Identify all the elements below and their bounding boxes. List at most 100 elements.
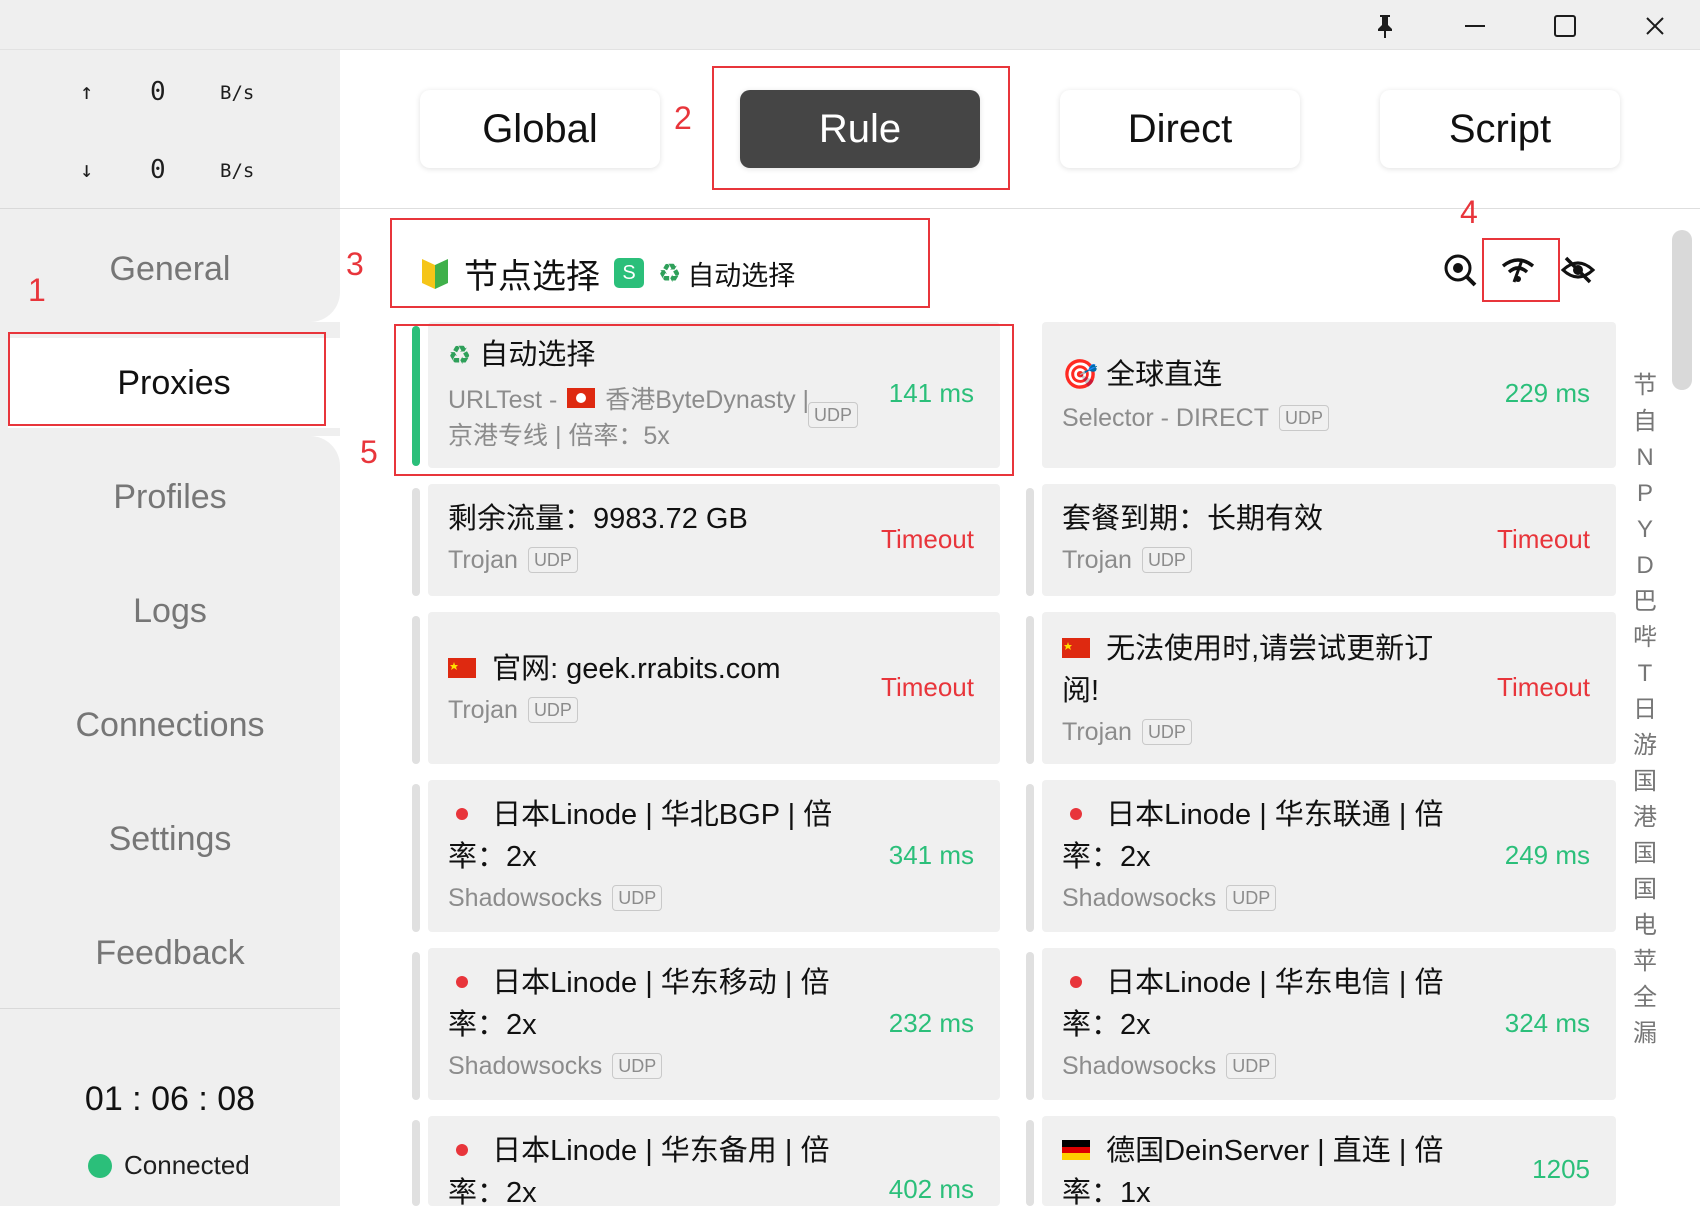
annotation-box-2 xyxy=(712,66,1010,190)
delay-value[interactable]: 249 ms xyxy=(1505,840,1590,871)
proxy-name: 无法使用时,请尝试更新订 xyxy=(1062,628,1433,670)
delay-value[interactable]: Timeout xyxy=(881,524,974,555)
target-icon: 🎯 xyxy=(1062,359,1099,391)
mode-global-button[interactable]: Global xyxy=(420,90,660,168)
proxy-card[interactable]: 日本Linode | 华北BGP | 倍 率：2x Shadowsocks UD… xyxy=(428,780,1000,932)
proxy-meta: Trojan UDP xyxy=(1062,542,1192,578)
group-index-item[interactable]: 日 xyxy=(1633,692,1657,728)
proxy-type: Selector - DIRECT xyxy=(1062,404,1269,432)
group-index-item[interactable]: Y xyxy=(1637,512,1653,548)
udp-badge: UDP xyxy=(1278,405,1329,431)
delay-value[interactable]: 229 ms xyxy=(1505,378,1590,409)
proxy-card[interactable]: 日本Linode | 华东备用 | 倍 率：2x 402 ms xyxy=(428,1116,1000,1206)
proxy-card[interactable]: 官网: geek.rrabits.com Trojan UDP Timeout xyxy=(428,612,1000,764)
proxy-name: 官网: geek.rrabits.com xyxy=(448,648,781,690)
nav-item-settings[interactable]: Settings xyxy=(0,794,340,884)
proxy-name: 日本Linode | 华北BGP | 倍 xyxy=(448,794,832,836)
proxy-type: Trojan xyxy=(448,696,518,724)
group-index-item[interactable]: 国 xyxy=(1633,872,1657,908)
annotation-box-3 xyxy=(390,218,930,308)
pin-icon[interactable] xyxy=(1360,6,1410,46)
mode-script-button[interactable]: Script xyxy=(1380,90,1620,168)
nav-item-general[interactable]: General xyxy=(0,224,340,314)
delay-value[interactable]: Timeout xyxy=(1497,524,1590,555)
sidebar-divider xyxy=(0,1008,340,1009)
proxy-name: 剩余流量：9983.72 GB xyxy=(448,503,748,535)
proxy-name-label: 全球直连 xyxy=(1106,359,1223,391)
card-indicator xyxy=(1026,1120,1034,1206)
mode-direct-button[interactable]: Direct xyxy=(1060,90,1300,168)
group-index-item[interactable]: 苹 xyxy=(1633,944,1657,980)
group-index-item[interactable]: D xyxy=(1636,548,1653,584)
card-indicator xyxy=(1026,952,1034,1100)
group-index-item[interactable]: 国 xyxy=(1633,764,1657,800)
proxy-card[interactable]: 套餐到期：长期有效 Trojan UDP Timeout xyxy=(1042,484,1616,596)
delay-value[interactable]: 402 ms xyxy=(889,1174,974,1205)
maximize-icon[interactable] xyxy=(1540,6,1590,46)
card-indicator xyxy=(412,784,420,932)
nav-item-connections[interactable]: Connections xyxy=(0,680,340,770)
upload-unit: B/s xyxy=(220,82,255,104)
card-indicator xyxy=(412,1120,420,1206)
udp-badge: UDP xyxy=(1141,547,1192,573)
group-index-item[interactable]: 节 xyxy=(1633,368,1657,404)
proxy-card[interactable]: 日本Linode | 华东移动 | 倍 率：2x Shadowsocks UDP… xyxy=(428,948,1000,1100)
hide-eye-icon[interactable] xyxy=(1560,252,1596,288)
nav-item-logs[interactable]: Logs xyxy=(0,566,340,656)
upload-arrow-icon: ↑ xyxy=(80,80,94,105)
minimize-icon[interactable] xyxy=(1450,6,1500,46)
proxy-name-label: 官网: geek.rrabits.com xyxy=(492,653,781,685)
udp-badge: UDP xyxy=(527,697,578,723)
delay-value[interactable]: 232 ms xyxy=(889,1008,974,1039)
proxy-card[interactable]: 🎯 全球直连 Selector - DIRECT UDP 229 ms xyxy=(1042,322,1616,468)
annotation-label-3: 3 xyxy=(346,246,364,282)
udp-badge: UDP xyxy=(1226,885,1277,911)
group-index-item[interactable]: 巴 xyxy=(1633,584,1657,620)
proxy-card[interactable]: 剩余流量：9983.72 GB Trojan UDP Timeout xyxy=(428,484,1000,596)
group-index-item[interactable]: T xyxy=(1638,656,1653,692)
annotation-box-1 xyxy=(8,332,326,426)
nav-item-feedback[interactable]: Feedback xyxy=(0,908,340,998)
group-index-item[interactable]: 哔 xyxy=(1633,620,1657,656)
proxy-meta: Shadowsocks UDP xyxy=(448,880,663,916)
proxy-meta: Selector - DIRECT UDP xyxy=(1062,400,1329,436)
proxy-name-label: 日本Linode | 华北BGP | 倍 xyxy=(492,799,833,831)
proxy-meta: Trojan UDP xyxy=(1062,714,1192,750)
proxy-card[interactable]: 日本Linode | 华东联通 | 倍 率：2x Shadowsocks UDP… xyxy=(1042,780,1616,932)
proxy-meta: Shadowsocks UDP xyxy=(448,1048,663,1084)
proxy-meta: Trojan UDP xyxy=(448,542,578,578)
group-index-item[interactable]: N xyxy=(1636,440,1653,476)
proxy-card[interactable]: 无法使用时,请尝试更新订 阅! Trojan UDP Timeout xyxy=(1042,612,1616,764)
close-icon[interactable] xyxy=(1630,6,1680,46)
delay-value[interactable]: 341 ms xyxy=(889,840,974,871)
nav-item-profiles[interactable]: Profiles xyxy=(0,452,340,542)
group-index-item[interactable]: 电 xyxy=(1633,908,1657,944)
proxy-name: 日本Linode | 华东备用 | 倍 xyxy=(448,1130,829,1172)
proxy-name-line2: 率：2x xyxy=(448,1177,537,1206)
proxy-name: 套餐到期：长期有效 xyxy=(1062,503,1324,535)
delay-value[interactable]: Timeout xyxy=(881,672,974,703)
proxy-type: Shadowsocks xyxy=(1062,884,1217,912)
proxy-name-label: 日本Linode | 华东备用 | 倍 xyxy=(492,1135,830,1167)
group-index-item[interactable]: 自 xyxy=(1633,404,1657,440)
delay-value[interactable]: Timeout xyxy=(1497,672,1590,703)
annotation-box-4 xyxy=(1482,238,1560,302)
proxy-name-label: 日本Linode | 华东联通 | 倍 xyxy=(1106,799,1444,831)
card-indicator xyxy=(412,488,420,596)
group-index-item[interactable]: P xyxy=(1637,476,1653,512)
proxy-card[interactable]: 德国DeinServer | 直连 | 倍 率：1x 1205 xyxy=(1042,1116,1616,1206)
group-index-item[interactable]: 国 xyxy=(1633,836,1657,872)
locate-search-icon[interactable] xyxy=(1442,252,1478,288)
proxy-name-line2: 率：1x xyxy=(1062,1177,1151,1206)
group-index-item[interactable]: 游 xyxy=(1633,728,1657,764)
card-indicator xyxy=(412,616,420,764)
delay-value[interactable]: 1205 xyxy=(1532,1154,1590,1185)
group-index-item[interactable]: 全 xyxy=(1633,980,1657,1016)
upload-speed: ↑ 0 B/s xyxy=(70,72,310,112)
group-index-item[interactable]: 漏 xyxy=(1633,1016,1657,1052)
group-index-item[interactable]: 港 xyxy=(1633,800,1657,836)
status-label: Connected xyxy=(124,1150,250,1180)
scrollbar-thumb[interactable] xyxy=(1672,230,1692,390)
delay-value[interactable]: 324 ms xyxy=(1505,1008,1590,1039)
proxy-card[interactable]: 日本Linode | 华东电信 | 倍 率：2x Shadowsocks UDP… xyxy=(1042,948,1616,1100)
